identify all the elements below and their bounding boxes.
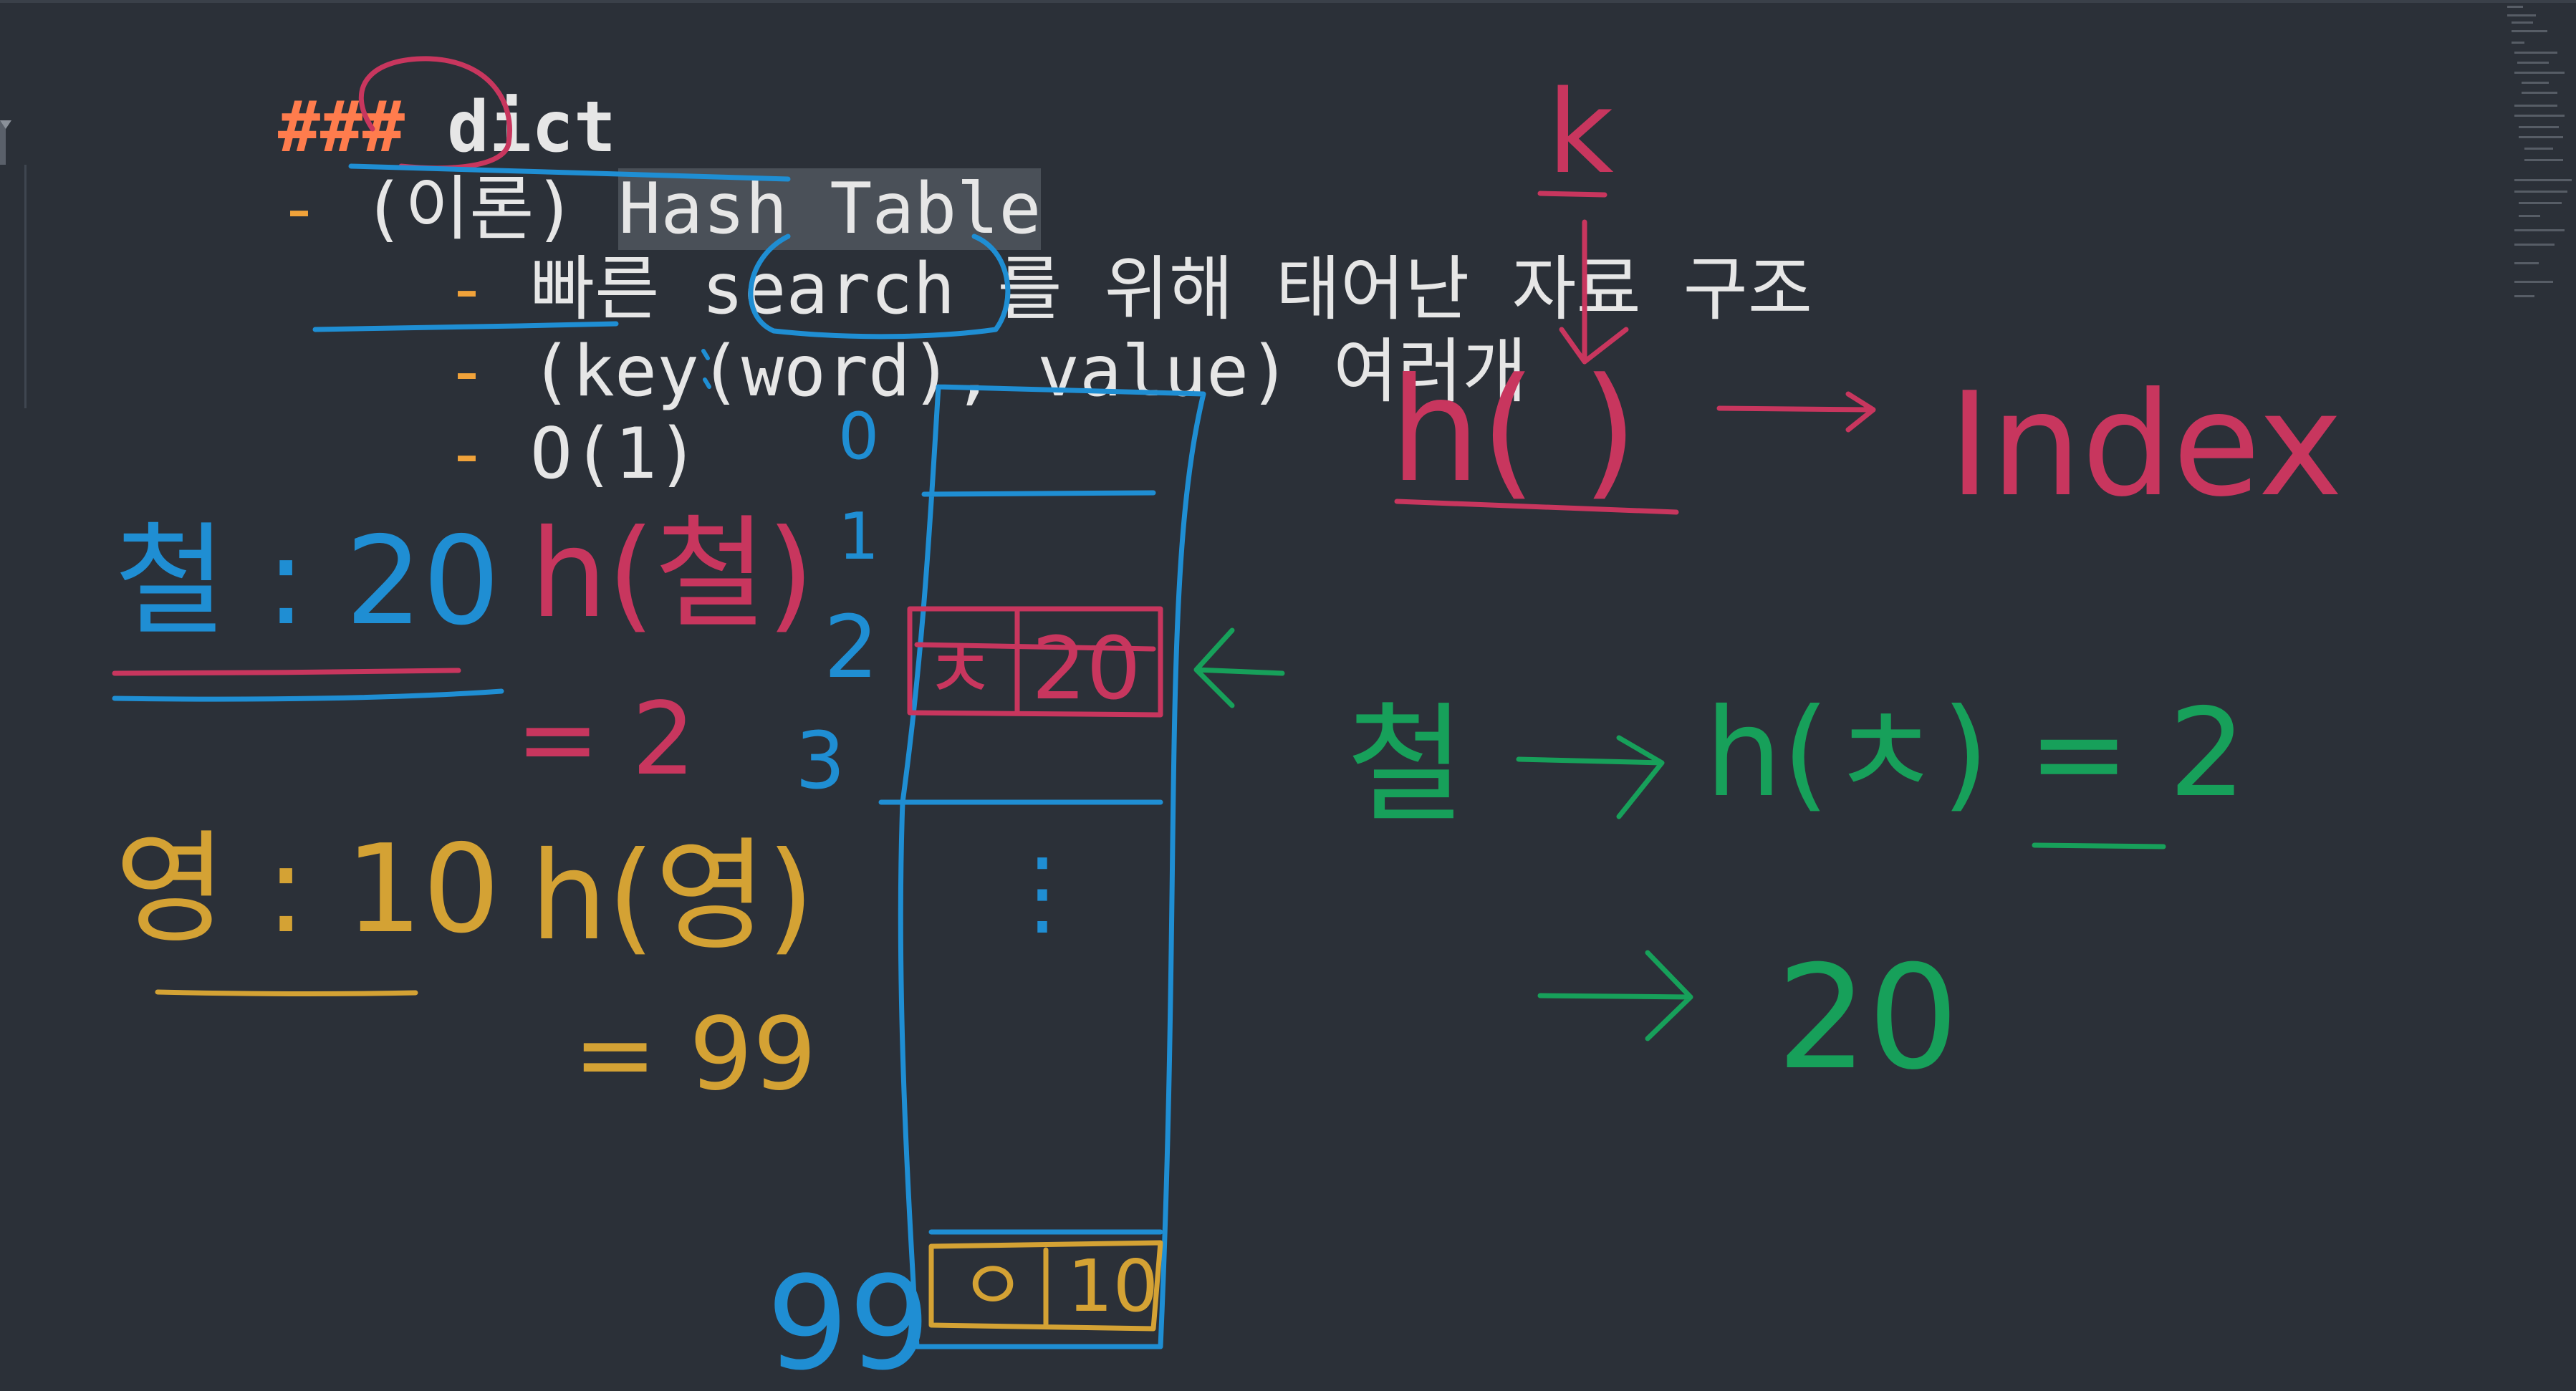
- ink-underline-green: [2032, 842, 2166, 849]
- row-label-2: 2: [824, 598, 878, 698]
- ink-underline-red: [112, 668, 461, 676]
- ink-dot-blue: [701, 349, 711, 389]
- ink-underline-blue: [348, 163, 791, 182]
- handwriting-layer: k h( ) Index 철 : 20 h(철) = 2 영 : 10 h(영)…: [112, 56, 2343, 1391]
- row-label-1: 1: [838, 499, 879, 574]
- table-vdots: ⋮: [996, 837, 1089, 946]
- ink-green-value: 20: [1777, 935, 1959, 1102]
- ink-arrow-green: [1516, 735, 1665, 819]
- row2-value: 20: [1032, 620, 1141, 719]
- ink-green-key: 철: [1347, 690, 1466, 840]
- ink-left-entry1-hash: h(철): [530, 504, 814, 645]
- ink-hash-function: h( ): [1390, 347, 1638, 514]
- ink-k-label: k: [1547, 65, 1614, 199]
- ink-arrow-green: [1193, 627, 1285, 708]
- ink-index-label: Index: [1948, 362, 2343, 529]
- row-label-0: 0: [838, 399, 879, 474]
- ink-green-hash: h(ㅊ) = 2: [1705, 683, 2246, 824]
- row-label-3: 3: [795, 715, 845, 807]
- row99-value: 10: [1067, 1244, 1158, 1328]
- ink-underline-blue: [312, 321, 619, 332]
- ink-left-entry2: 영 : 10: [115, 819, 500, 961]
- ink-circle-blue: [748, 234, 1011, 340]
- ink-left-entry2-hash: h(영): [530, 826, 814, 968]
- ink-arrow-red: [1537, 191, 1629, 365]
- screen: ### dict - (이론) Hash Table - 빠른 search 를…: [0, 0, 2576, 1391]
- ink-circle-red: [358, 56, 512, 171]
- row2-key: ㅊ: [924, 625, 996, 717]
- row-label-99: 99: [766, 1249, 931, 1391]
- ink-left-entry2-result: = 99: [573, 996, 817, 1113]
- ink-left-entry1-result: = 2: [516, 681, 696, 798]
- ink-arrow-green: [1537, 950, 1693, 1041]
- row99-key: ㅇ: [960, 1244, 1026, 1328]
- ink-underline-blue: [112, 688, 504, 702]
- ink-arrow-red: [1716, 391, 1876, 433]
- ink-left-entry1: 철 : 20: [115, 511, 500, 653]
- ink-underline-yellow: [155, 989, 418, 996]
